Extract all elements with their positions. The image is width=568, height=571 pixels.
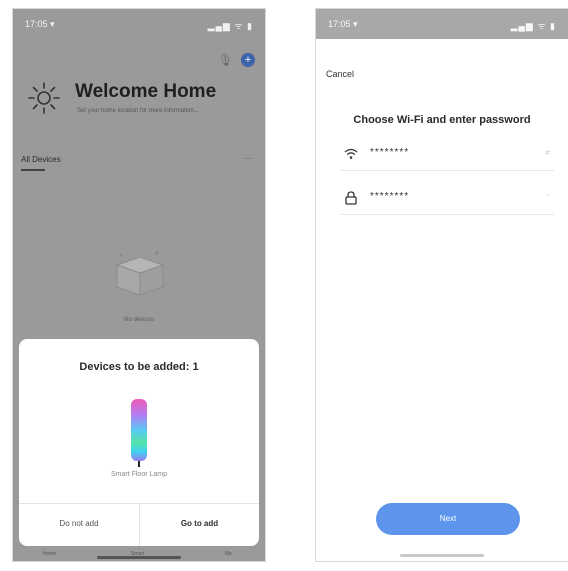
phone-screen-right: 17:05 ▾ ▂▄▆ ᯤ ▮ Cancel Choose Wi-Fi and … — [315, 8, 568, 562]
phone-screen-left: 17:05 ▾ ▂▄▆ ᯤ ▮ 🎙 + Welcome Home Set you… — [12, 8, 266, 562]
next-button[interactable]: Next — [376, 503, 520, 535]
home-indicator — [97, 556, 181, 559]
status-time: 17:05 ▾ — [25, 19, 55, 29]
status-indicators: ▂▄▆ ᯤ ▮ — [207, 21, 253, 31]
microphone-icon[interactable]: 🎙 — [218, 53, 233, 67]
lock-icon — [345, 191, 357, 205]
page-title: Choose Wi-Fi and enter password — [353, 114, 531, 126]
home-indicator — [400, 554, 484, 557]
tab-me[interactable]: Me — [225, 551, 232, 557]
floor-lamp-base — [138, 461, 140, 467]
show-password-icon[interactable]: ◦◦ — [546, 193, 550, 199]
wifi-name-value: ******** — [370, 147, 410, 158]
cancel-button[interactable]: Cancel — [326, 69, 354, 79]
switch-network-icon[interactable]: ⇄ — [545, 149, 550, 156]
go-to-add-button[interactable]: Go to add — [140, 519, 259, 528]
field-divider — [340, 170, 554, 171]
bottom-tab-bar: Home Smart Me — [13, 545, 265, 561]
add-device-dialog: Devices to be added: 1 Smart Floor Lamp … — [19, 339, 259, 546]
status-time: 17:05 ▾ — [328, 19, 358, 29]
status-bar: 17:05 ▾ ▂▄▆ ᯤ ▮ — [316, 9, 568, 39]
device-name: Smart Floor Lamp — [110, 471, 168, 478]
dialog-title: Devices to be added: 1 — [79, 361, 199, 373]
field-divider — [340, 214, 554, 215]
floor-lamp-image — [131, 399, 147, 461]
welcome-subtitle[interactable]: Set your home location for more informat… — [77, 108, 199, 114]
password-value: ******** — [370, 191, 410, 202]
tab-home[interactable]: Home — [43, 551, 56, 557]
tab-all-devices[interactable]: All Devices — [21, 155, 61, 164]
empty-box-illustration — [115, 251, 165, 296]
empty-state-text: No devices — [124, 317, 154, 323]
wifi-network-field[interactable]: ******** ⇄ — [340, 143, 554, 171]
wifi-icon — [344, 148, 358, 159]
status-bar: 17:05 ▾ ▂▄▆ ᯤ ▮ — [13, 9, 265, 35]
do-not-add-button[interactable]: Do not add — [19, 519, 139, 528]
sun-icon — [28, 82, 60, 114]
wifi-password-field[interactable]: ******** ◦◦ — [340, 187, 554, 215]
status-indicators: ▂▄▆ ᯤ ▮ — [510, 21, 556, 31]
more-icon[interactable]: ··· — [243, 153, 253, 164]
plus-circle-icon[interactable]: + — [241, 53, 255, 67]
tab-underline — [21, 169, 45, 171]
page-title: Welcome Home — [75, 81, 217, 102]
